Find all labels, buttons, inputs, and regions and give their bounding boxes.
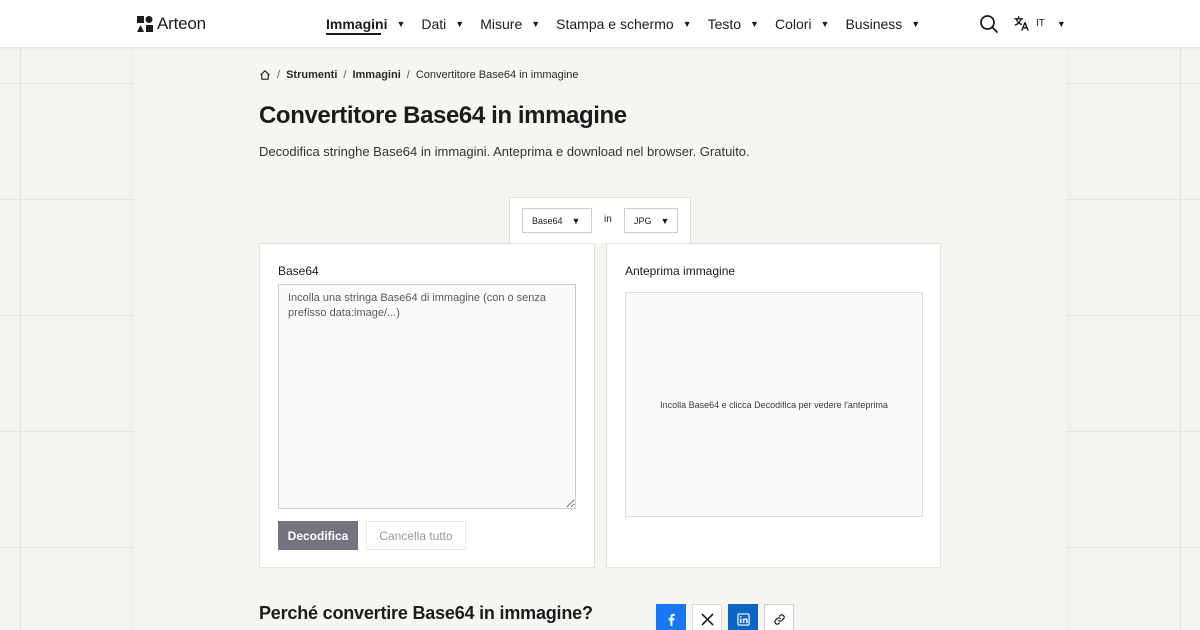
nav-label: Dati (421, 16, 447, 32)
source-format-value: Base64 (532, 215, 563, 226)
link-icon (773, 613, 785, 625)
breadcrumb: / Strumenti / Immagini / Convertitore Ba… (259, 69, 578, 81)
caret-down-icon: ▼ (911, 19, 921, 29)
brand-logo-icon (137, 16, 153, 32)
preview-label: Anteprima immagine (625, 264, 736, 278)
nav-label: Business (845, 16, 903, 32)
caret-down-icon: ▼ (396, 19, 406, 29)
caret-down-icon: ▼ (820, 19, 830, 29)
caret-down-icon: ▼ (1056, 18, 1066, 29)
caret-down-icon: ▼ (531, 19, 541, 29)
main-nav: Immagini ▼ Dati ▼ Misure ▼ Stampa e sche… (326, 0, 936, 48)
decode-button[interactable]: Decodifica (278, 521, 358, 550)
page-subtitle: Decodifica stringhe Base64 in immagini. … (259, 144, 750, 159)
caret-down-icon: ▼ (571, 215, 581, 226)
brand-name: Arteon (157, 14, 206, 33)
site-header: Arteon Immagini ▼ Dati ▼ Misure ▼ Stampa… (0, 0, 1200, 48)
language-selector[interactable]: IT ▼ (1013, 15, 1066, 32)
facebook-icon (668, 613, 675, 626)
nav-label: Stampa e schermo (556, 16, 674, 32)
breadcrumb-link-strumenti[interactable]: Strumenti (286, 69, 337, 81)
page-title: Convertitore Base64 in immagine (259, 102, 627, 129)
nav-item-misure[interactable]: Misure ▼ (480, 0, 540, 48)
copy-link-button[interactable] (764, 604, 794, 630)
caret-down-icon: ▼ (455, 19, 465, 29)
caret-down-icon: ▼ (750, 19, 759, 29)
section-title: Perché convertire Base64 in immagine? (259, 603, 593, 623)
nav-label: Misure (480, 16, 523, 32)
breadcrumb-separator: / (277, 69, 281, 81)
source-format-select[interactable]: Base64 ▼ (522, 208, 592, 233)
breadcrumb-link-immagini[interactable]: Immagini (352, 69, 400, 81)
nav-label: Colori (774, 16, 812, 32)
nav-label: Testo (707, 16, 742, 32)
share-x-button[interactable] (692, 604, 722, 630)
format-selector-bar: Base64 ▼ in JPG ▼ (509, 197, 691, 243)
nav-item-testo[interactable]: Testo ▼ (708, 0, 759, 48)
caret-down-icon: ▼ (682, 19, 692, 29)
nav-item-stampa-e-schermo[interactable]: Stampa e schermo ▼ (556, 0, 691, 48)
share-facebook-button[interactable] (656, 604, 686, 630)
x-icon (701, 613, 713, 625)
breadcrumb-separator: / (406, 69, 410, 81)
preview-card: Anteprima immagine Incolla Base64 e clic… (606, 243, 941, 568)
target-format-value: JPG (634, 215, 652, 226)
target-format-select[interactable]: JPG ▼ (624, 208, 678, 233)
nav-item-immagini[interactable]: Immagini ▼ (326, 0, 405, 48)
input-card: Base64 Decodifica Cancella tutto (259, 243, 595, 568)
image-preview-area: Incolla Base64 e clicca Decodifica per v… (625, 292, 923, 517)
linkedin-icon (736, 612, 750, 626)
caret-down-icon: ▼ (660, 215, 670, 226)
brand-logo[interactable]: Arteon (137, 14, 206, 34)
preview-empty-message: Incolla Base64 e clicca Decodifica per v… (660, 399, 888, 410)
translate-icon (1014, 16, 1029, 31)
home-icon[interactable] (259, 69, 271, 81)
language-code: IT (1036, 18, 1045, 29)
clear-all-button[interactable]: Cancella tutto (366, 521, 466, 550)
format-connector: in (604, 214, 612, 225)
nav-item-dati[interactable]: Dati ▼ (421, 0, 464, 48)
nav-label: Immagini (326, 16, 388, 32)
nav-item-colori[interactable]: Colori ▼ (775, 0, 830, 48)
breadcrumb-current: Convertitore Base64 in immagine (415, 69, 579, 81)
base64-input[interactable] (278, 284, 576, 509)
nav-item-business[interactable]: Business ▼ (845, 0, 920, 48)
share-linkedin-button[interactable] (728, 604, 758, 630)
input-label: Base64 (278, 264, 319, 278)
breadcrumb-separator: / (343, 69, 347, 81)
search-icon[interactable] (979, 14, 999, 34)
